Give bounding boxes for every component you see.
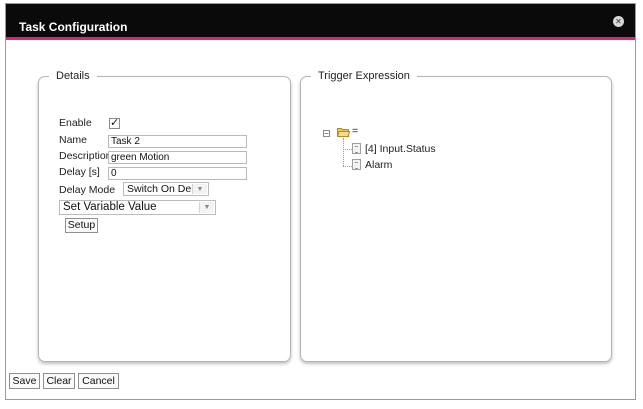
setup-button[interactable]: Setup xyxy=(65,218,98,233)
delay-label: Delay [s] xyxy=(59,166,100,178)
task-configuration-dialog: Task Configuration ✕ Details Enable ✓ Na… xyxy=(5,3,636,400)
dialog-title: Task Configuration xyxy=(19,20,128,34)
chevron-down-icon: ▼ xyxy=(192,184,207,194)
tree-root-operator[interactable]: = xyxy=(352,125,358,137)
close-icon[interactable]: ✕ xyxy=(613,16,624,27)
minus-icon[interactable]: − xyxy=(323,130,330,138)
name-label: Name xyxy=(59,134,88,146)
action-select[interactable]: Set Variable Value ▼ xyxy=(59,200,216,215)
enable-label: Enable xyxy=(59,117,92,129)
save-button[interactable]: Save xyxy=(9,373,40,389)
chevron-down-icon: ▼ xyxy=(199,202,214,213)
tree-connector xyxy=(343,166,352,167)
tree-connector xyxy=(343,149,352,150)
document-icon xyxy=(352,159,361,170)
cancel-button[interactable]: Cancel xyxy=(78,373,119,389)
trigger-expression-panel: Trigger Expression − = [4] Input.Status … xyxy=(300,70,612,362)
trigger-legend: Trigger Expression xyxy=(318,70,410,82)
description-label: Description xyxy=(59,150,112,162)
delay-mode-label: Delay Mode xyxy=(59,184,116,196)
delay-mode-select[interactable]: Switch On Delay ▼ xyxy=(123,182,209,196)
tree-node-label[interactable]: Alarm xyxy=(365,159,392,171)
folder-open-icon xyxy=(337,128,350,137)
enable-checkbox[interactable]: ✓ xyxy=(109,118,120,129)
details-legend: Details xyxy=(56,70,90,82)
details-panel: Details Enable ✓ Name Description Delay … xyxy=(38,70,291,362)
document-icon xyxy=(352,143,361,154)
delay-field[interactable] xyxy=(108,167,247,180)
description-field[interactable] xyxy=(108,151,247,164)
tree-connector xyxy=(343,138,344,166)
dialog-titlebar: Task Configuration ✕ xyxy=(6,4,635,40)
tree-node-label[interactable]: [4] Input.Status xyxy=(365,143,436,155)
action-value: Set Variable Value xyxy=(63,201,157,213)
clear-button[interactable]: Clear xyxy=(43,373,75,389)
name-field[interactable] xyxy=(108,135,247,148)
